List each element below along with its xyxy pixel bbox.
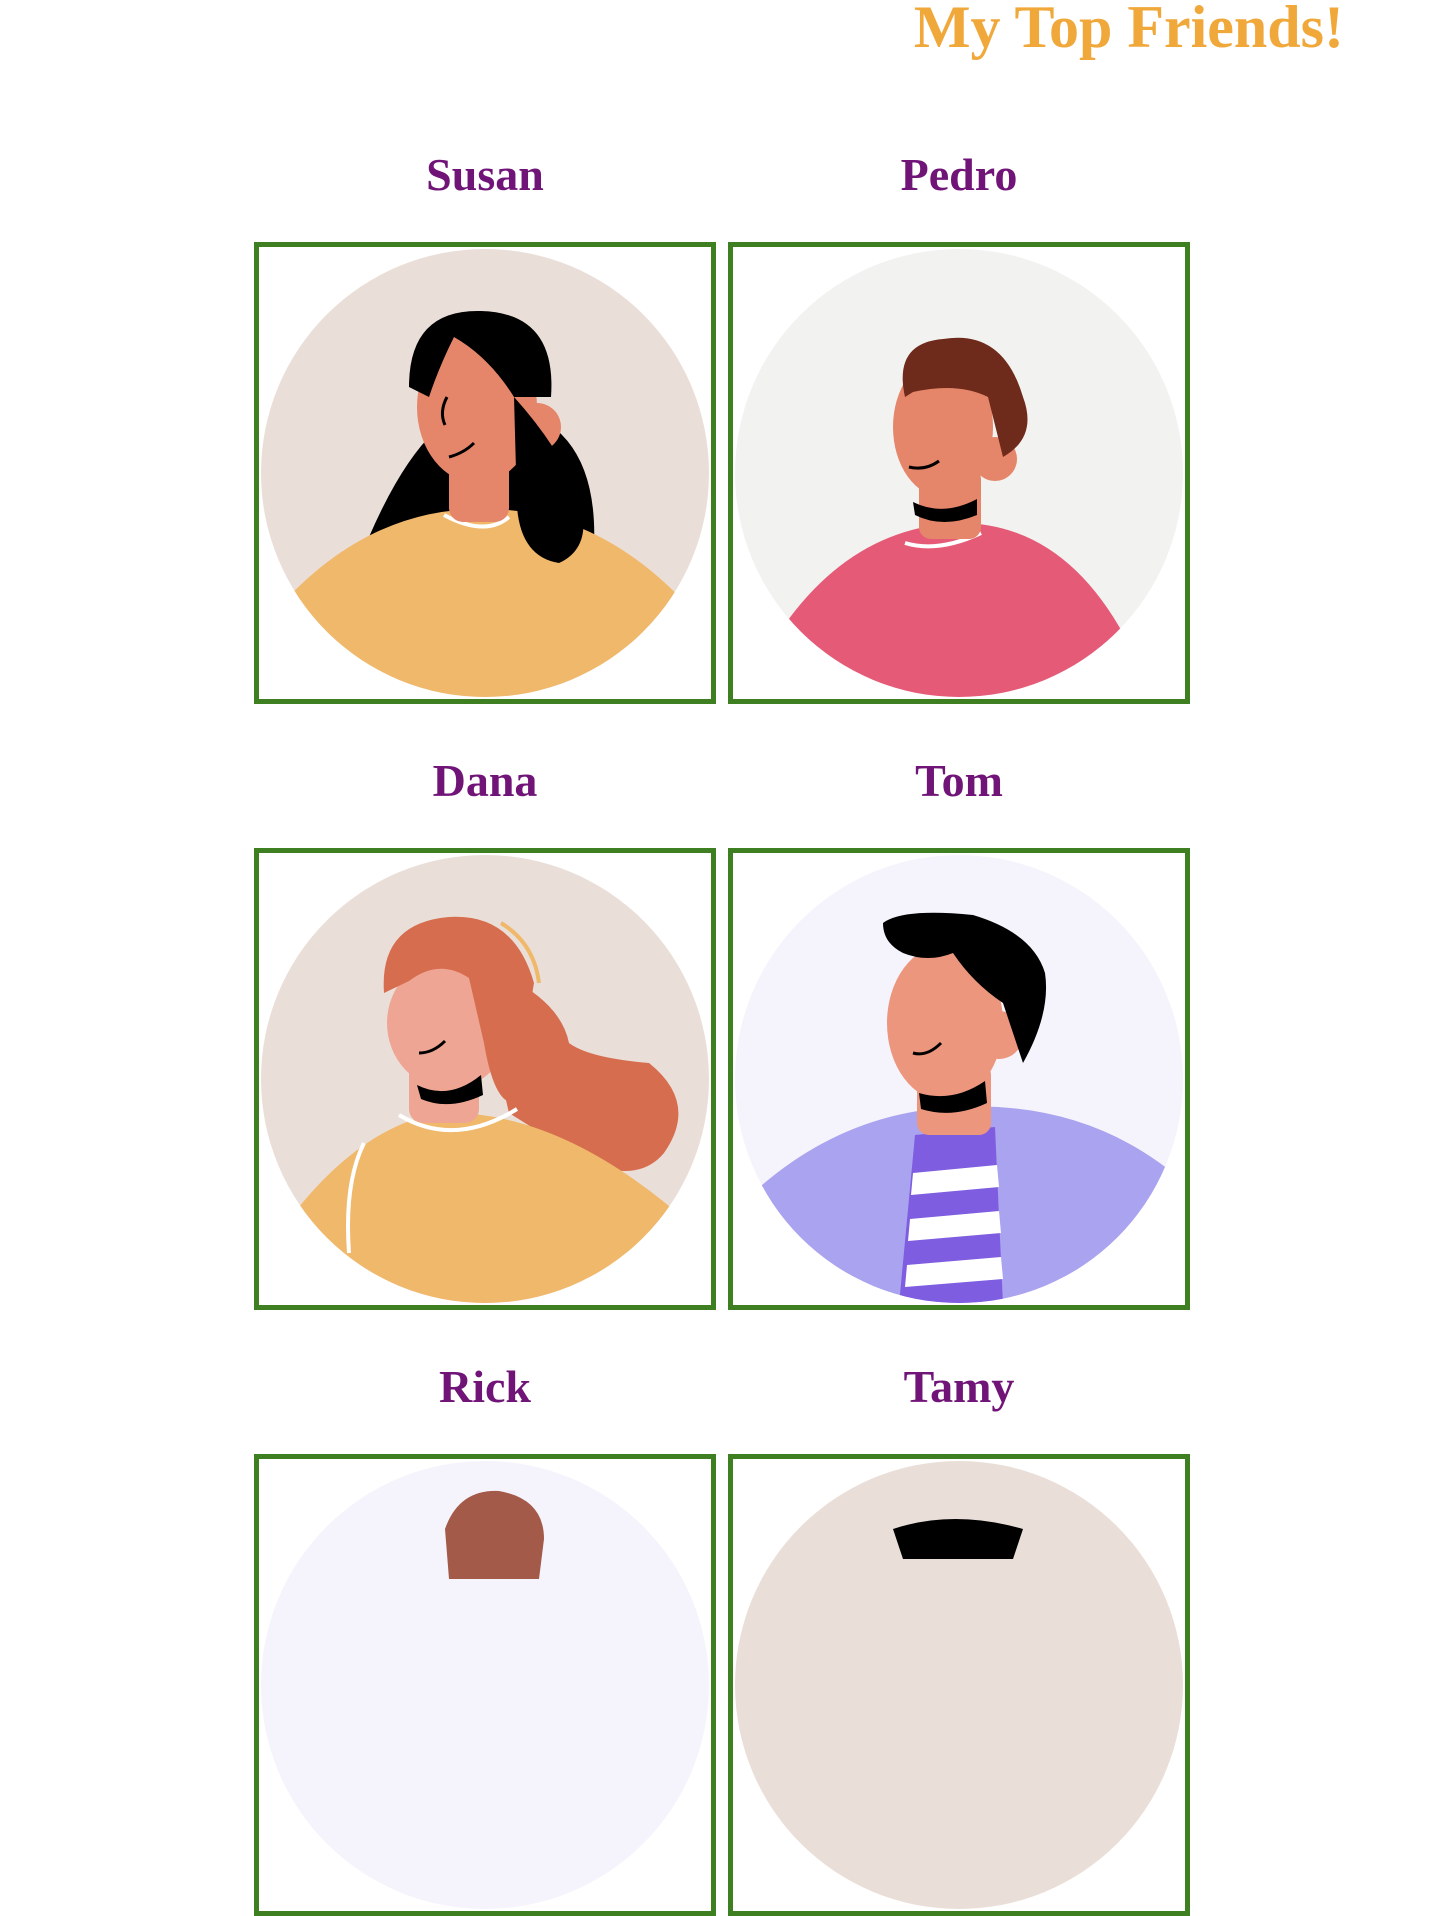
friend-card-susan: Susan bbox=[254, 140, 716, 704]
friend-name: Dana bbox=[432, 755, 538, 806]
avatar-frame[interactable] bbox=[254, 242, 716, 704]
avatar-frame[interactable] bbox=[254, 1454, 716, 1916]
friend-name: Tom bbox=[915, 755, 1003, 806]
friend-card-dana: Dana bbox=[254, 746, 716, 1310]
avatar-frame[interactable] bbox=[728, 1454, 1190, 1916]
avatar-tom bbox=[735, 855, 1183, 1303]
page-title: My Top Friends! bbox=[913, 0, 1344, 60]
avatar-frame[interactable] bbox=[728, 848, 1190, 1310]
avatar-rick bbox=[261, 1461, 709, 1909]
friend-name: Tamy bbox=[903, 1361, 1015, 1412]
friend-name: Rick bbox=[439, 1361, 531, 1412]
friend-name: Susan bbox=[426, 149, 544, 200]
avatar-tamy bbox=[735, 1461, 1183, 1909]
avatar-frame[interactable] bbox=[254, 848, 716, 1310]
avatar-dana bbox=[261, 855, 709, 1303]
friend-card-rick: Rick bbox=[254, 1352, 716, 1916]
friend-name: Pedro bbox=[900, 149, 1018, 200]
friend-card-tom: Tom bbox=[728, 746, 1190, 1310]
avatar-frame[interactable] bbox=[728, 242, 1190, 704]
avatar-pedro bbox=[735, 249, 1183, 697]
avatar-susan bbox=[261, 249, 709, 697]
friend-card-pedro: Pedro bbox=[728, 140, 1190, 704]
friend-card-tamy: Tamy bbox=[728, 1352, 1190, 1916]
